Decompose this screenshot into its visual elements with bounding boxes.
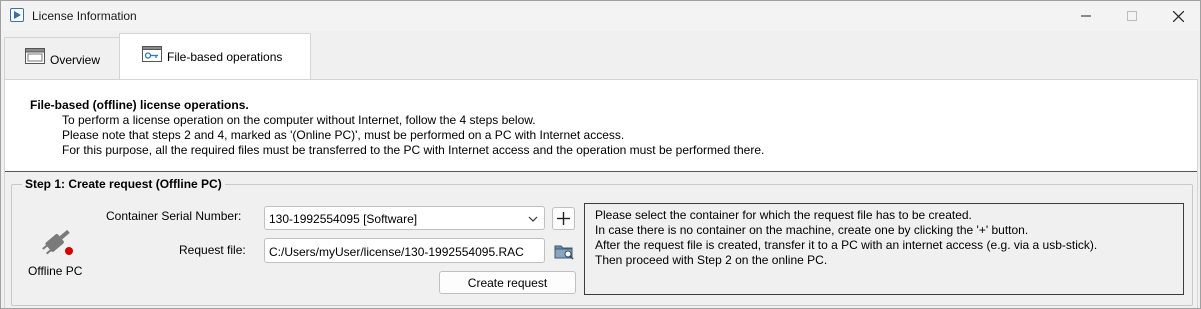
container-serial-select[interactable]: 130-1992554095 [Software]	[264, 206, 545, 230]
instruction-line: Please select the container for which th…	[595, 208, 972, 222]
minimize-button[interactable]	[1063, 1, 1109, 31]
close-icon	[1172, 10, 1184, 22]
instruction-line: In case there is no container on the mac…	[595, 223, 1029, 237]
tab-file-based-operations[interactable]: File-based operations	[119, 33, 311, 79]
app-icon	[10, 8, 24, 22]
create-request-button[interactable]: Create request	[439, 271, 576, 294]
close-button[interactable]	[1155, 1, 1201, 31]
folder-search-icon	[554, 245, 574, 260]
step1-instructions: Please select the container for which th…	[584, 203, 1184, 295]
intro-line: For this purpose, all the required files…	[62, 143, 765, 157]
window-title: License Information	[32, 9, 137, 23]
tab-overview[interactable]: Overview	[4, 37, 120, 79]
instruction-line: Then proceed with Step 2 on the online P…	[595, 253, 828, 267]
step1-group: Step 1: Create request (Offline PC) Offl…	[11, 177, 1193, 306]
request-file-label: Request file:	[179, 243, 246, 257]
window-icon	[25, 48, 45, 64]
offline-pc-label: Offline PC	[28, 264, 83, 278]
tab-strip: Overview File-based operations	[1, 31, 1200, 79]
container-serial-label: Container Serial Number:	[106, 209, 242, 223]
intro-line: To perform a license operation on the co…	[62, 113, 536, 127]
tab-overview-label: Overview	[50, 53, 101, 67]
chevron-down-icon	[528, 213, 538, 227]
step1-legend: Step 1: Create request (Offline PC)	[22, 177, 225, 191]
tab-file-based-operations-label: File-based operations	[167, 50, 283, 64]
license-information-window: License Information Overview File-based …	[0, 0, 1201, 309]
offline-plug-icon	[37, 223, 79, 259]
title-bar: License Information	[1, 1, 1200, 31]
instruction-line: After the request file is created, trans…	[595, 238, 1098, 252]
request-file-input[interactable]: C:/Users/myUser/license/130-1992554095.R…	[264, 238, 545, 263]
intro-section: File-based (offline) license operations.…	[30, 98, 764, 158]
license-key-icon	[142, 46, 162, 62]
plus-icon	[557, 212, 570, 225]
intro-line: Please note that steps 2 and 4, marked a…	[62, 128, 625, 142]
container-serial-value: 130-1992554095 [Software]	[269, 212, 418, 226]
request-file-value: C:/Users/myUser/license/130-1992554095.R…	[269, 245, 524, 259]
steps-area: Step 1: Create request (Offline PC) Offl…	[5, 172, 1197, 308]
file-based-operations-panel: File-based (offline) license operations.…	[4, 79, 1198, 308]
browse-folder-button[interactable]	[552, 240, 575, 262]
add-container-button[interactable]	[552, 207, 575, 230]
intro-title: File-based (offline) license operations.	[30, 98, 249, 112]
maximize-button[interactable]	[1109, 1, 1155, 31]
